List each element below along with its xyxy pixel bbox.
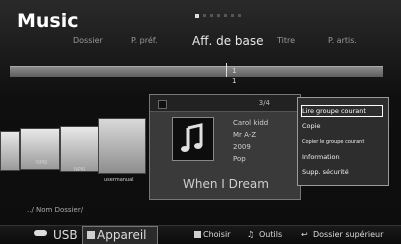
song-title: When I Dream [183, 177, 269, 191]
thumbnail-label: usermanual [104, 177, 134, 183]
page-dot [203, 14, 206, 17]
sort-tabs: Dossier P. préf. Aff. de base Titre P. a… [0, 34, 401, 58]
selection-checkbox[interactable] [158, 100, 167, 109]
timeline-marker-label-below: 1 [232, 77, 237, 85]
choose-hint[interactable]: Choisir [203, 230, 230, 239]
tools-context-menu: Lire groupe courant Copie Copier le grou… [297, 97, 389, 186]
menu-item-safe-remove[interactable]: Supp. sécurité [302, 167, 384, 178]
page-dot [195, 14, 199, 18]
folder-path: ../ Nom Dossier/ [27, 206, 84, 214]
page-indicator [195, 14, 241, 20]
page-title: Music [17, 10, 79, 32]
page-dot [224, 14, 227, 17]
year-text: 2009 [233, 143, 251, 151]
thumbnail-label: NPKI [36, 160, 48, 166]
thumbnail-folder[interactable] [98, 118, 146, 174]
menu-item-copy-current-group[interactable]: Copier le groupe courant [302, 137, 384, 148]
usb-icon [34, 230, 47, 236]
album-text: Mr A-Z [233, 131, 257, 139]
page-dot [210, 14, 213, 17]
device-label[interactable]: Appareil [97, 228, 147, 242]
usb-label[interactable]: USB [53, 228, 78, 242]
parent-folder-hint[interactable]: Dossier supérieur [313, 230, 383, 239]
menu-item-copy[interactable]: Copie [302, 121, 384, 132]
tab-p-pref[interactable]: P. préf. [131, 36, 158, 45]
tab-titre[interactable]: Titre [277, 36, 295, 45]
timeline-marker-label: 1 [232, 67, 237, 75]
device-square-icon [87, 231, 95, 239]
thumbnail-folder[interactable] [0, 131, 20, 171]
tab-aff-de-base[interactable]: Aff. de base [192, 34, 264, 48]
tab-p-artis[interactable]: P. artis. [328, 36, 357, 45]
page-dot [217, 14, 220, 17]
thumbnail-label: NPKI [74, 167, 86, 173]
choose-button-icon [194, 231, 201, 238]
artist-text: Carol kidd [233, 119, 269, 127]
page-dot [238, 14, 241, 17]
page-dot [231, 14, 234, 17]
item-count: 3/4 [258, 99, 270, 107]
timeline-marker [226, 63, 227, 77]
timeline-bar[interactable] [10, 66, 383, 77]
menu-item-play-current-group[interactable]: Lire groupe courant [301, 105, 383, 117]
return-icon: ↩ [301, 230, 308, 239]
tools-hint[interactable]: Outils [259, 230, 282, 239]
menu-item-information[interactable]: Information [302, 152, 384, 163]
music-screen: Music Dossier P. préf. Aff. de base Titr… [0, 0, 401, 244]
music-note-icon [172, 117, 214, 161]
tab-dossier[interactable]: Dossier [73, 36, 103, 45]
tools-icon: ♫ [247, 230, 255, 239]
genre-text: Pop [233, 155, 246, 163]
thumbnail-folder[interactable] [60, 126, 100, 172]
card-header [150, 95, 300, 112]
